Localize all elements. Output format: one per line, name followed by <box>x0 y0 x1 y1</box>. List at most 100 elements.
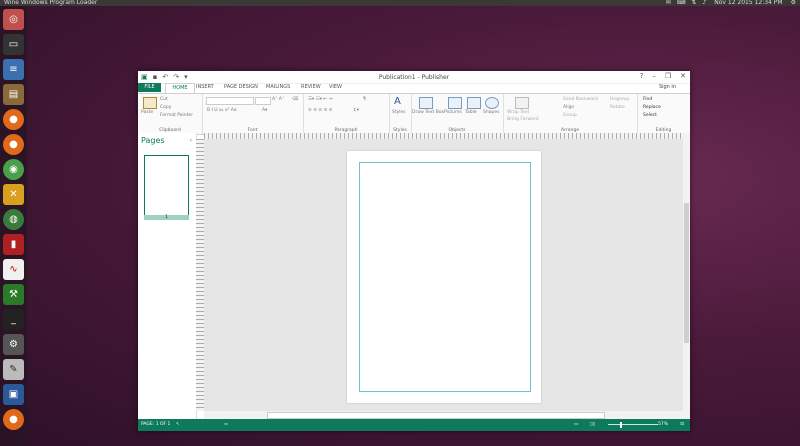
wrap-text-button[interactable]: Wrap Text <box>507 110 529 115</box>
horizontal-scroll-thumb[interactable] <box>267 412 605 419</box>
firefox-icon[interactable]: ● <box>3 409 24 430</box>
dash-icon[interactable]: ◎ <box>3 9 24 30</box>
cut-button[interactable]: Cut <box>160 97 168 102</box>
restore-button[interactable]: ❐ <box>665 72 671 80</box>
pictures-icon[interactable] <box>448 97 462 109</box>
text-format-buttons[interactable]: B I U x₂ x² Aa <box>207 108 237 113</box>
firefox-icon[interactable]: ● <box>3 134 24 155</box>
settings-icon[interactable]: ⚙ <box>3 334 24 355</box>
two-page-icon[interactable]: ▯▯ <box>590 419 595 431</box>
workspace-canvas[interactable] <box>204 139 683 411</box>
editing-group: Find Replace Select Editing <box>637 94 690 134</box>
tab-insert[interactable]: INSERT <box>196 84 214 90</box>
wrap-text-icon[interactable] <box>515 97 529 109</box>
vertical-scrollbar[interactable] <box>683 133 690 419</box>
fit-page-icon[interactable]: ⊡ <box>680 419 684 431</box>
pdf-icon[interactable]: ▮ <box>3 234 24 255</box>
zoom-level[interactable]: 57% <box>658 419 668 431</box>
tab-view[interactable]: VIEW <box>329 84 342 90</box>
rotate-button[interactable]: Rotate <box>610 105 625 110</box>
sign-in-link[interactable]: Sign in <box>659 84 676 90</box>
terminal-icon[interactable]: ▭ <box>3 34 24 55</box>
zoom-slider-knob[interactable] <box>620 422 622 428</box>
replace-button[interactable]: Replace <box>643 105 661 110</box>
help-button[interactable]: ? <box>640 72 644 80</box>
close-button[interactable]: ✕ <box>680 72 686 80</box>
font-size-box[interactable] <box>255 97 271 105</box>
gimp-icon[interactable]: ∿ <box>3 259 24 280</box>
volume-icon[interactable]: ♪ <box>702 0 706 6</box>
font-group: A˄ A˅ ⌫ B I U x₂ x² Aa A▾ Font <box>202 94 304 134</box>
gear-icon[interactable]: ⚙ <box>791 0 796 6</box>
image-viewer-icon[interactable]: ▣ <box>3 384 24 405</box>
styles-group: A Styles Styles <box>389 94 412 134</box>
align-buttons[interactable]: ≡ ≡ ≡ ≡ ≡ <box>308 108 333 113</box>
send-backward-button[interactable]: Send Backward <box>563 97 598 102</box>
table-icon[interactable] <box>467 97 481 109</box>
globe-icon[interactable]: ◍ <box>3 209 24 230</box>
paste-icon[interactable] <box>143 97 157 109</box>
text-editor-icon[interactable]: ✎ <box>3 359 24 380</box>
line-spacing-icon[interactable]: ↕▾ <box>353 108 359 113</box>
ungroup-button[interactable]: Ungroup <box>610 97 629 102</box>
styles-icon[interactable]: A <box>394 96 401 107</box>
group-button[interactable]: Group <box>563 113 577 118</box>
arrange-group: Wrap Text Bring Forward Send Backward Al… <box>503 94 638 134</box>
show-marks-icon[interactable]: ¶ <box>363 97 366 102</box>
grow-font-button[interactable]: A˄ A˅ <box>272 97 284 102</box>
page-thumbnail[interactable] <box>144 155 189 217</box>
network-icon[interactable]: ⇅ <box>691 0 696 6</box>
zoom-slider[interactable] <box>608 424 658 425</box>
window-title: Publication1 - Publisher <box>378 74 450 81</box>
horizontal-scrollbar[interactable] <box>204 411 683 419</box>
page-thumbnail-number: 1 <box>144 215 189 220</box>
top-panel: Wine Windows Program Loader ✉ ⌨ ⇅ ♪ Nov … <box>0 0 800 6</box>
shapes-button[interactable]: Shapes <box>483 110 499 115</box>
styles-button[interactable]: Styles <box>392 110 406 115</box>
chrome-icon[interactable]: ◉ <box>3 159 24 180</box>
tab-review[interactable]: REVIEW <box>301 84 321 90</box>
status-bar: PAGE: 1 OF 1 ↖ ▭ ▭ ▯▯ 57% ⊡ <box>138 419 690 431</box>
publisher-window: ▣ ▪ ↶ ↷ ▾ Publication1 - Publisher ? – ❐… <box>138 71 690 431</box>
find-button[interactable]: Find <box>643 97 652 102</box>
firefox-icon[interactable]: ● <box>3 109 24 130</box>
pages-pane: Pages ‹ 1 <box>138 133 197 419</box>
font-color-icon[interactable]: A▾ <box>262 108 267 113</box>
select-button[interactable]: Select <box>643 113 657 118</box>
bring-forward-button[interactable]: Bring Forward <box>507 117 538 122</box>
copy-button[interactable]: Copy <box>160 105 171 110</box>
keyboard-icon[interactable]: ⌨ <box>677 0 686 6</box>
shapes-icon[interactable] <box>485 97 499 109</box>
tab-home[interactable]: HOME <box>165 83 195 93</box>
crossover-icon[interactable]: ✕ <box>3 184 24 205</box>
text-editor-icon[interactable]: ≡ <box>3 59 24 80</box>
format-painter-button[interactable]: Format Painter <box>160 113 193 118</box>
files-icon[interactable]: ▤ <box>3 84 24 105</box>
align-button[interactable]: Align <box>563 105 574 110</box>
page-margin-guide <box>359 162 531 392</box>
vertical-scroll-thumb[interactable] <box>684 203 689 343</box>
launcher: ◎ ▭ ≡ ▤ ● ● ◉ ✕ ◍ ▮ ∿ ⚒ _ ⚙ ✎ ▣ ● <box>0 6 27 446</box>
terminal-icon[interactable]: _ <box>3 309 24 330</box>
mail-icon[interactable]: ✉ <box>666 0 671 6</box>
text-box-icon[interactable] <box>419 97 433 109</box>
single-page-icon[interactable]: ▭ <box>574 419 578 431</box>
wine-icon[interactable]: ⚒ <box>3 284 24 305</box>
clock[interactable]: Nov 12 2015 12:34 PM <box>714 0 782 6</box>
minimize-button[interactable]: – <box>652 72 656 80</box>
ribbon-tabs: FILE HOME INSERT PAGE DESIGN MAILINGS RE… <box>138 83 690 93</box>
draw-text-box-button[interactable]: Draw Text Box <box>412 110 444 115</box>
tab-page-design[interactable]: PAGE DESIGN <box>224 84 258 90</box>
paste-button[interactable]: Paste <box>141 110 153 115</box>
paragraph-group: ☰▾ ☷▾ ⇤ ⇥ ¶ ≡ ≡ ≡ ≡ ≡ ↕▾ Paragraph <box>303 94 390 134</box>
pane-collapse-icon[interactable]: ‹ <box>190 137 192 144</box>
page-count[interactable]: PAGE: 1 OF 1 <box>141 419 170 431</box>
clear-format-icon[interactable]: ⌫ <box>292 97 298 102</box>
list-buttons[interactable]: ☰▾ ☷▾ ⇤ ⇥ <box>308 97 332 102</box>
table-button[interactable]: Table <box>465 110 477 115</box>
pictures-button[interactable]: Pictures <box>444 110 462 115</box>
publication-page[interactable] <box>347 151 541 403</box>
font-name-box[interactable] <box>206 97 254 105</box>
tab-mailings[interactable]: MAILINGS <box>266 84 290 90</box>
tab-file[interactable]: FILE <box>138 83 161 92</box>
